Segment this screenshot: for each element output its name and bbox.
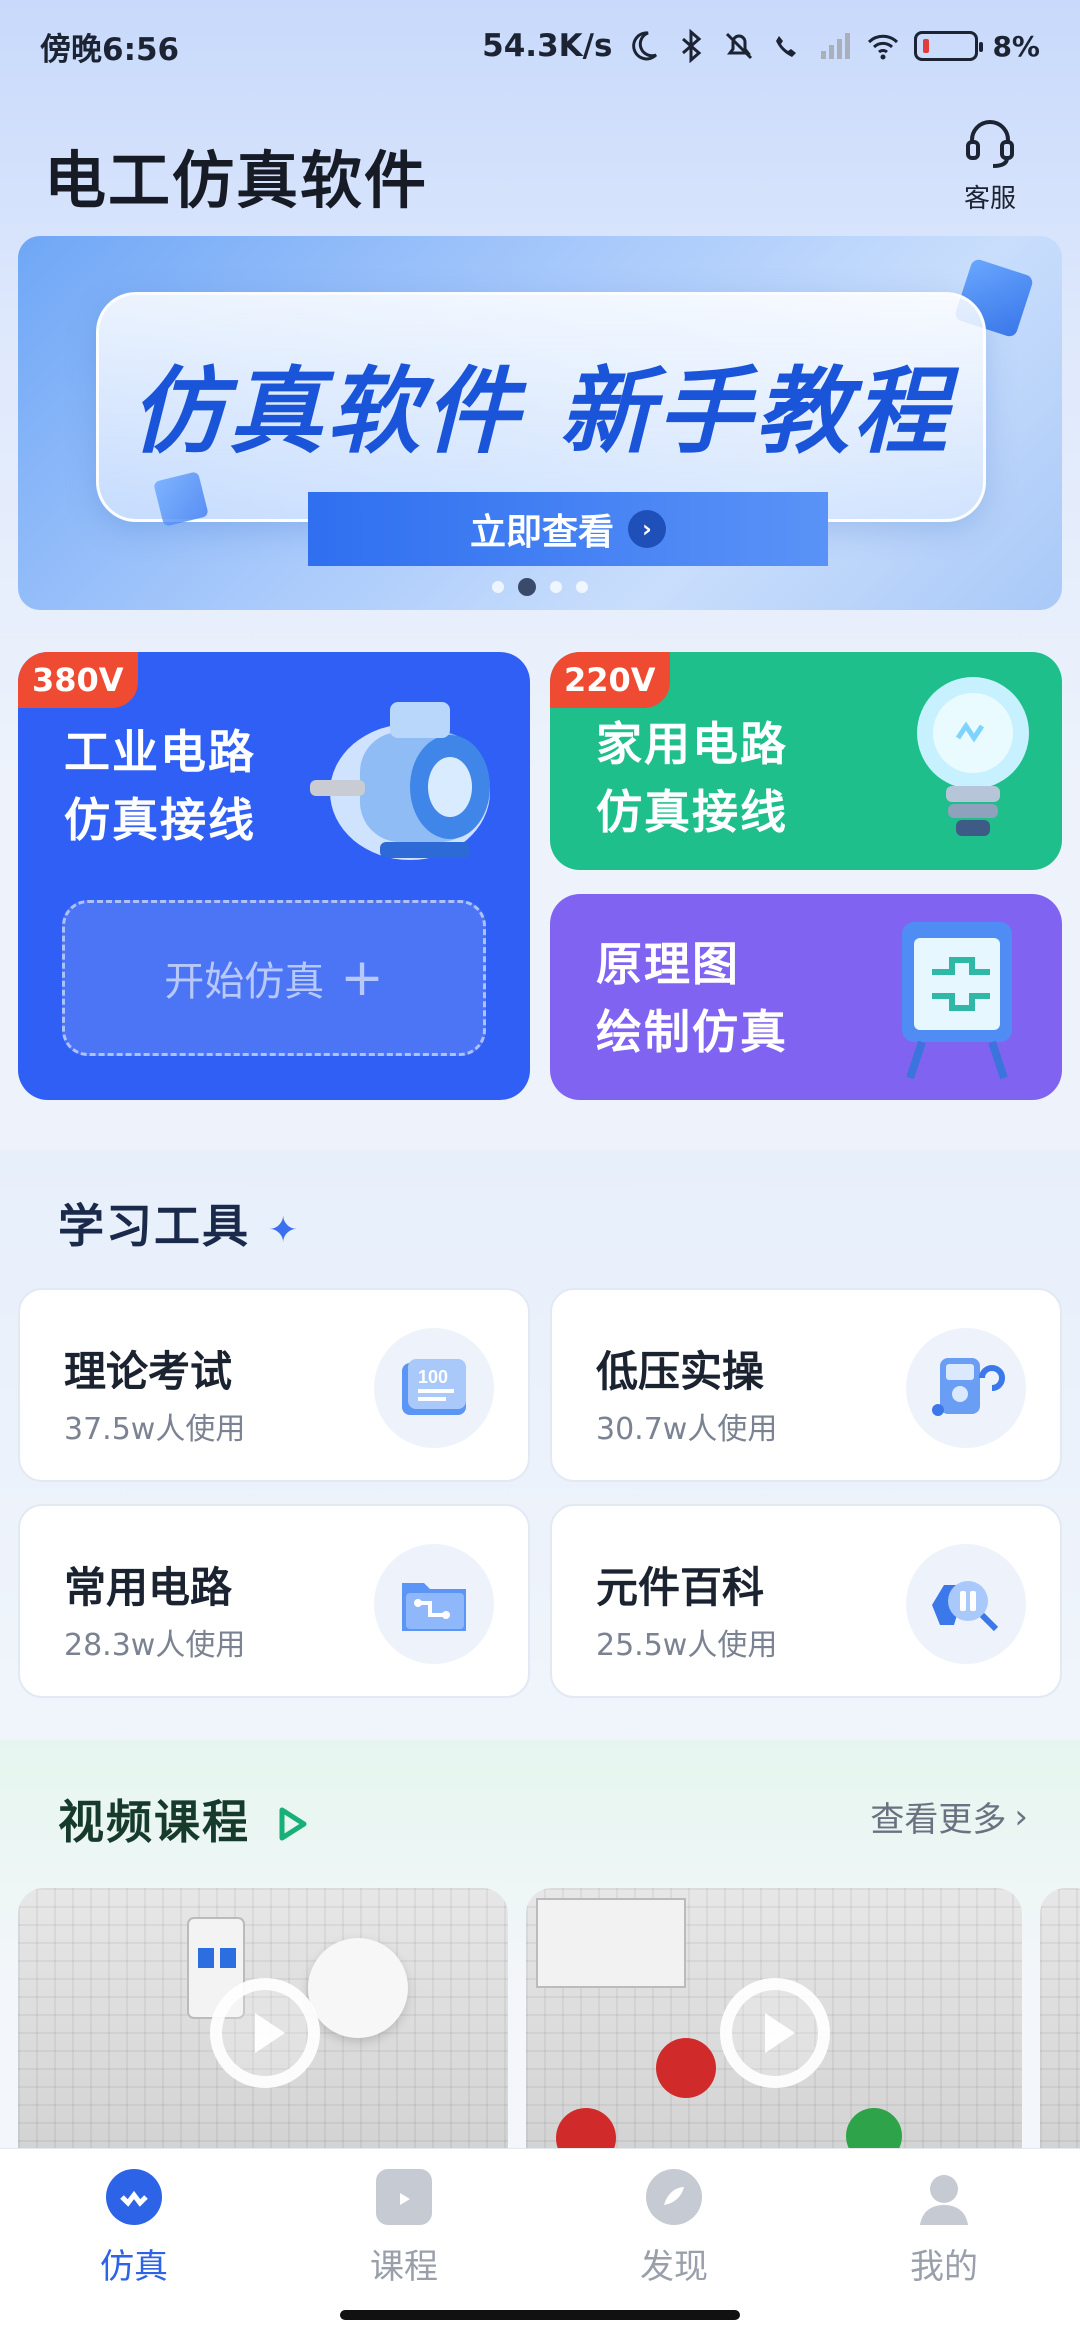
start-simulation-label: 开始仿真 <box>164 959 325 1005</box>
household-title-line2: 仿真接线 <box>596 785 788 839</box>
exam-100-icon: 100 <box>374 1328 494 1448</box>
video-card-partial[interactable] <box>1040 1888 1080 2150</box>
household-card-title: 家用电路 仿真接线 <box>596 710 788 846</box>
mute-bell-icon <box>726 32 753 60</box>
video-card[interactable] <box>526 1888 1022 2150</box>
tool-card-theory-exam[interactable]: 理论考试 37.5w人使用 100 <box>18 1288 530 1482</box>
simulation-icon <box>106 2169 162 2225</box>
schematic-card[interactable]: 原理图 绘制仿真 <box>550 894 1062 1100</box>
status-time: 傍晚6:56 <box>40 31 180 68</box>
chevron-right-icon: › <box>1014 1796 1028 1837</box>
status-bar: 傍晚6:56 54.3K/s 8% <box>0 0 1080 92</box>
tools-section-title: 学习工具 ✦ <box>58 1190 300 1256</box>
view-more-link[interactable]: 查看更多 › <box>870 1792 1028 1841</box>
multimeter-icon <box>906 1328 1026 1448</box>
app-header: 电工仿真软件 客服 <box>0 112 1080 232</box>
play-button-icon[interactable] <box>720 1978 830 2088</box>
page-dot[interactable] <box>576 581 588 593</box>
app-title: 电工仿真软件 <box>44 144 429 217</box>
tab-profile[interactable]: 我的 <box>854 2169 1034 2288</box>
battery-icon <box>914 31 984 61</box>
bluetooth-icon <box>682 29 702 63</box>
voltage-tag: 220V <box>550 652 670 708</box>
tool-name: 元件百科 <box>596 1563 765 1612</box>
chevron-right-icon: › <box>628 510 666 548</box>
tool-name: 理论考试 <box>64 1347 233 1396</box>
lightbulb-icon <box>917 677 1029 836</box>
tool-card-component-wiki[interactable]: 元件百科 25.5w人使用 <box>550 1504 1062 1698</box>
schematic-card-title: 原理图 绘制仿真 <box>596 930 788 1066</box>
page-dot[interactable] <box>492 581 504 593</box>
plus-icon: + <box>340 948 384 1008</box>
household-title-line1: 家用电路 <box>596 717 788 771</box>
tool-users: 25.5w人使用 <box>596 1628 778 1663</box>
schematic-title-line1: 原理图 <box>596 937 740 991</box>
tv-icon <box>376 2169 432 2225</box>
signal-icon <box>821 33 851 59</box>
drawing-board-icon <box>902 922 1012 1080</box>
video-thumbnail <box>1040 1888 1080 2150</box>
tab-discover[interactable]: 发现 <box>584 2169 764 2288</box>
household-circuit-card[interactable]: 220V 家用电路 仿真接线 <box>550 652 1062 870</box>
video-card[interactable] <box>18 1888 508 2150</box>
compass-icon <box>646 2169 702 2225</box>
play-badge-icon <box>279 1807 307 1841</box>
start-simulation-button[interactable]: 开始仿真 + <box>62 900 486 1056</box>
home-indicator[interactable] <box>340 2310 740 2320</box>
schematic-title-line2: 绘制仿真 <box>596 1005 788 1059</box>
video-section-title: 视频课程 <box>58 1786 310 1852</box>
net-speed: 54.3K/s <box>482 28 613 64</box>
tab-courses[interactable]: 课程 <box>314 2169 494 2288</box>
tools-title-text: 学习工具 <box>58 1199 250 1253</box>
tab-label: 发现 <box>640 2247 708 2287</box>
svg-text:100: 100 <box>418 1367 448 1387</box>
industrial-title-line2: 仿真接线 <box>64 793 256 847</box>
tool-users: 28.3w人使用 <box>64 1628 246 1663</box>
circuit-folder-icon <box>374 1544 494 1664</box>
call-icon <box>776 36 797 57</box>
tool-card-low-voltage-practice[interactable]: 低压实操 30.7w人使用 <box>550 1288 1062 1482</box>
page-dot-active[interactable] <box>518 578 536 596</box>
banner-pagination <box>18 578 1062 596</box>
motor-icon <box>310 702 490 860</box>
bulb-illustration <box>308 1938 408 2038</box>
tool-name: 低压实操 <box>596 1347 765 1396</box>
tool-card-common-circuits[interactable]: 常用电路 28.3w人使用 <box>18 1504 530 1698</box>
customer-service-label: 客服 <box>963 184 1016 214</box>
tab-label: 仿真 <box>100 2247 168 2287</box>
breaker-illustration <box>536 1898 686 1988</box>
tool-users: 37.5w人使用 <box>64 1412 246 1447</box>
customer-service-button[interactable]: 客服 <box>940 112 1040 215</box>
sparkle-icon: ✦ <box>268 1210 301 1251</box>
page-dot[interactable] <box>550 581 562 593</box>
view-now-label: 立即查看 <box>469 512 614 553</box>
user-icon <box>916 2169 972 2225</box>
status-icons: 54.3K/s 8% <box>482 28 1040 64</box>
tab-simulation[interactable]: 仿真 <box>44 2169 224 2288</box>
red-button-illustration <box>656 2038 716 2098</box>
banner-title: 仿真软件 新手教程 <box>130 358 952 467</box>
tutorial-banner[interactable]: 仿真软件 新手教程 立即查看 › <box>18 236 1062 610</box>
moon-icon <box>632 31 658 61</box>
component-search-icon <box>906 1544 1026 1664</box>
video-title-text: 视频课程 <box>58 1795 250 1849</box>
wifi-icon <box>868 34 899 60</box>
tab-label: 我的 <box>910 2247 978 2287</box>
view-more-label: 查看更多 <box>870 1800 1007 1840</box>
headset-icon <box>966 120 1014 168</box>
industrial-circuit-card[interactable]: 380V 工业电路 仿真接线 开始仿真 + <box>18 652 530 1100</box>
tool-name: 常用电路 <box>64 1563 233 1612</box>
industrial-card-title: 工业电路 仿真接线 <box>64 718 256 854</box>
battery-level: 8% <box>992 29 1040 63</box>
industrial-title-line1: 工业电路 <box>64 725 256 779</box>
view-now-button[interactable]: 立即查看 › <box>308 492 828 566</box>
tool-users: 30.7w人使用 <box>596 1412 778 1447</box>
tab-label: 课程 <box>370 2247 438 2287</box>
voltage-tag: 380V <box>18 652 138 708</box>
play-button-icon[interactable] <box>210 1978 320 2088</box>
